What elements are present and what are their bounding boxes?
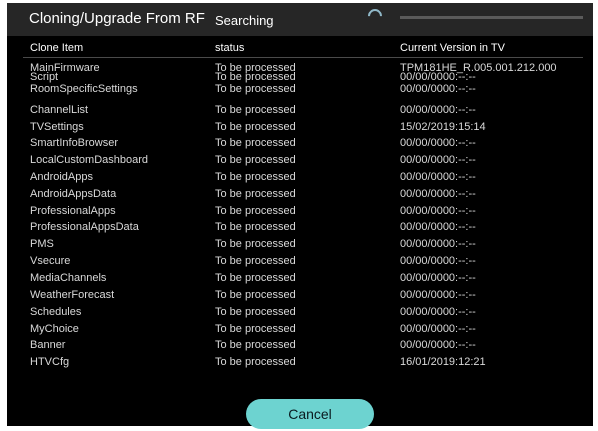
clone-item-version: 16/01/2019:12:21 (400, 356, 486, 368)
table-row: ChannelList To be processed 00/00/0000:--:… (7, 104, 593, 117)
loading-spinner-icon (365, 6, 385, 26)
clone-item-name: AndroidAppsData (30, 188, 117, 200)
table-row: MediaChannels To be processed 00/00/0000:-… (7, 272, 593, 285)
clone-item-status: To be processed (215, 205, 296, 217)
progress-bar (400, 16, 583, 19)
clone-upgrade-dialog: Cloning/Upgrade From RF Searching Clone … (7, 3, 593, 429)
clone-item-name: SmartInfoBrowser (30, 137, 119, 149)
clone-item-version: 00/00/0000:--:-- (400, 154, 476, 166)
clone-item-status: To be processed (215, 188, 296, 200)
table-row: RoomSpecificSettings To be processed 00/00… (7, 83, 593, 96)
clone-item-name: Vsecure (30, 255, 71, 267)
clone-item-name: LocalCustomDashboard (30, 154, 149, 166)
clone-item-version: 00/00/0000:--:-- (400, 188, 476, 200)
column-header-status: status (215, 42, 245, 54)
clone-item-version: 00/00/0000:--:-- (400, 306, 476, 318)
table-row: HTVCfg To be processed 16/01/2019:12:21 (7, 356, 593, 369)
dialog-header: Cloning/Upgrade From RF Searching (7, 3, 593, 36)
clone-item-version: 00/00/0000:--:-- (400, 221, 476, 233)
clone-item-status: To be processed (215, 121, 296, 133)
clone-item-version: 00/00/0000:--:-- (400, 83, 476, 95)
table-row: SmartInfoBrowser To be processed 00/00/000… (7, 137, 593, 150)
clone-item-status: To be processed (215, 323, 296, 335)
clone-item-version: 00/00/0000:--:-- (400, 171, 476, 183)
clone-item-name: Schedules (30, 306, 82, 318)
clone-item-name: TVSettings (30, 121, 84, 133)
clone-item-status: To be processed (215, 339, 296, 351)
clone-item-name: ChannelList (30, 104, 89, 116)
clone-item-status: To be processed (215, 272, 296, 284)
clone-item-status: To be processed (215, 221, 296, 233)
clone-item-name: WeatherForecast (30, 289, 115, 301)
table-row: AndroidAppsData To be processed 00/00/0000… (7, 188, 593, 201)
table-row: ProfessionalAppsData To be processed 00/00… (7, 221, 593, 234)
clone-item-status: To be processed (215, 83, 296, 95)
clone-item-version: 00/00/0000:--:-- (400, 238, 476, 250)
clone-item-status: To be processed (215, 356, 296, 368)
clone-item-status: To be processed (215, 238, 296, 250)
clone-item-version: 00/00/0000:--:-- (400, 272, 476, 284)
table-row: AndroidApps To be processed 00/00/0000:--:… (7, 171, 593, 184)
table-row: Banner To be processed 00/00/0000:--:-- (7, 339, 593, 352)
search-status: Searching (215, 13, 274, 28)
clone-item-version: 15/02/2019:15:14 (400, 121, 486, 133)
clone-item-version: 00/00/0000:--:-- (400, 255, 476, 267)
clone-item-name: AndroidApps (30, 171, 93, 183)
table-row: Vsecure To be processed 00/00/0000:--:-- (7, 255, 593, 268)
clone-item-status: To be processed (215, 255, 296, 267)
clone-item-version: 00/00/0000:--:-- (400, 137, 476, 149)
clone-item-name: PMS (30, 238, 54, 250)
dialog-title: Cloning/Upgrade From RF (29, 10, 205, 27)
table-row: WeatherForecast To be processed 00/00/0000… (7, 289, 593, 302)
clone-item-status: To be processed (215, 154, 296, 166)
clone-item-version: 00/00/0000:--:-- (400, 205, 476, 217)
header-divider (23, 57, 583, 58)
clone-item-name: RoomSpecificSettings (30, 83, 138, 95)
clone-item-version: 00/00/0000:--:-- (400, 323, 476, 335)
clone-item-name: MediaChannels (30, 272, 107, 284)
table-row: PMS To be processed 00/00/0000:--:-- (7, 238, 593, 251)
clone-item-name: ProfessionalApps (30, 205, 116, 217)
clone-item-status: To be processed (215, 306, 296, 318)
clone-item-name: HTVCfg (30, 356, 70, 368)
clone-item-version: 00/00/0000:--:-- (400, 104, 476, 116)
table-row: LocalCustomDashboard To be processed 00/00… (7, 154, 593, 167)
table-row: MyChoice To be processed 00/00/0000:--:-- (7, 323, 593, 336)
clone-item-name: ProfessionalAppsData (30, 221, 139, 233)
table-row: Schedules To be processed 00/00/0000:--:-- (7, 306, 593, 319)
clone-item-status: To be processed (215, 289, 296, 301)
column-header-current-version: Current Version in TV (400, 42, 505, 54)
clone-item-name: MyChoice (30, 323, 79, 335)
clone-item-name: Banner (30, 339, 66, 351)
clone-item-status: To be processed (215, 104, 296, 116)
cancel-button[interactable]: Cancel (246, 399, 374, 429)
clone-item-status: To be processed (215, 171, 296, 183)
clone-item-status: To be processed (215, 137, 296, 149)
clone-item-version: 00/00/0000:--:-- (400, 289, 476, 301)
table-row: TVSettings To be processed 15/02/2019:15:1… (7, 121, 593, 134)
table-row: ProfessionalApps To be processed 00/00/000… (7, 205, 593, 218)
column-header-clone-item: Clone Item (30, 42, 84, 54)
clone-item-version: 00/00/0000:--:-- (400, 339, 476, 351)
